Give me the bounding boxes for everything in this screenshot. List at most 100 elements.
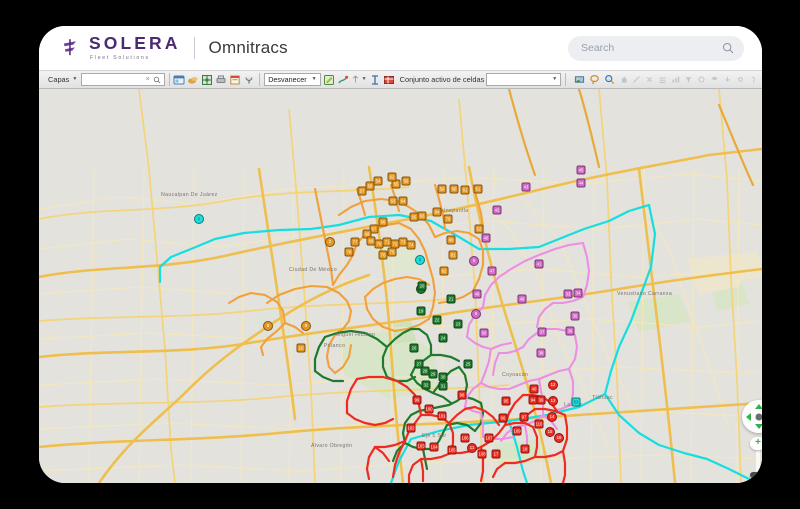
fade-dropdown[interactable]: Desvanecer ▼	[264, 73, 320, 86]
layers-dropdown[interactable]: Capas ▼	[46, 75, 79, 84]
map-marker[interactable]: 16	[554, 433, 564, 443]
route-icon[interactable]	[337, 73, 349, 87]
map-marker[interactable]: 96	[499, 414, 508, 423]
map-marker[interactable]: 6	[471, 309, 481, 319]
map-marker[interactable]: 107	[485, 434, 494, 443]
map-marker[interactable]: 35	[571, 312, 580, 321]
map-marker[interactable]: 104	[430, 443, 439, 452]
export-icon[interactable]	[721, 74, 733, 86]
global-search[interactable]	[568, 36, 744, 61]
map-marker[interactable]: 77	[351, 238, 360, 247]
measure-line-icon[interactable]	[630, 74, 642, 86]
map-marker[interactable]: 83	[418, 212, 427, 221]
grid-icon[interactable]	[656, 74, 668, 86]
bookmark-icon[interactable]	[229, 73, 241, 87]
map-marker[interactable]: 32	[422, 381, 431, 390]
identify-icon[interactable]	[572, 73, 586, 87]
zoom-in-button[interactable]: +	[750, 437, 762, 450]
map-marker[interactable]: 103	[417, 442, 426, 451]
map-marker[interactable]: 109	[513, 427, 522, 436]
map-marker[interactable]: 10	[297, 344, 306, 353]
map-marker[interactable]: 44	[577, 179, 586, 188]
map-marker[interactable]: 34	[574, 289, 583, 298]
map-marker[interactable]: 12	[548, 380, 558, 390]
pan-down-icon[interactable]	[755, 424, 763, 429]
chevron-down-icon[interactable]: ▼	[552, 77, 557, 82]
map-marker[interactable]: 48	[473, 290, 482, 299]
map-marker[interactable]: 78	[345, 248, 354, 257]
map-marker[interactable]: 33	[564, 290, 573, 299]
chevron-down-icon[interactable]: ▼	[72, 77, 77, 82]
map-marker[interactable]: 42	[493, 206, 502, 215]
layers-search-input[interactable]: ×	[81, 73, 164, 86]
map-marker[interactable]: 5	[469, 256, 479, 266]
map-marker[interactable]: 40	[530, 385, 539, 394]
chevron-down-icon[interactable]: ▼	[312, 77, 317, 82]
map-marker[interactable]: 108	[478, 450, 487, 459]
map-marker[interactable]: 41	[535, 260, 544, 269]
map-marker[interactable]: 49	[518, 295, 527, 304]
search-icon[interactable]	[722, 42, 734, 54]
map-marker[interactable]: 30	[439, 373, 448, 382]
chevron-down-icon[interactable]: ▼	[362, 77, 367, 82]
layers-tool-icon[interactable]	[708, 74, 720, 86]
map-marker[interactable]: 106	[461, 434, 470, 443]
map-marker[interactable]: 29	[429, 370, 438, 379]
lasso-icon[interactable]	[587, 73, 601, 87]
pan-up-icon[interactable]	[755, 404, 763, 409]
map-marker[interactable]: 81	[449, 251, 458, 260]
map-marker[interactable]: 66	[379, 218, 388, 227]
map-marker[interactable]: 82	[440, 267, 449, 276]
chart-icon[interactable]	[669, 74, 681, 86]
map-marker[interactable]: 76	[379, 251, 388, 260]
map-marker[interactable]: 24	[439, 334, 448, 343]
map-marker[interactable]: 53	[572, 398, 581, 407]
brand-logo[interactable]: SOLERA Fleet Solutions	[61, 35, 181, 61]
pan-center-icon[interactable]	[755, 413, 762, 420]
map-marker[interactable]: 56	[402, 177, 411, 186]
map-marker[interactable]: 105	[448, 446, 457, 455]
table-icon[interactable]	[383, 73, 395, 87]
clip-icon[interactable]	[643, 74, 655, 86]
map-marker[interactable]: 63	[389, 197, 398, 206]
map-marker[interactable]: 51	[474, 185, 483, 194]
map-marker[interactable]: 43	[522, 183, 531, 192]
map-marker[interactable]: 31	[439, 382, 448, 391]
find-icon[interactable]	[153, 76, 161, 84]
map-marker[interactable]: 79	[444, 215, 453, 224]
search-input[interactable]	[581, 42, 716, 54]
map-marker[interactable]: 26	[410, 344, 419, 353]
map-marker[interactable]: 11	[467, 443, 477, 453]
print-icon[interactable]	[215, 73, 227, 87]
analysis-icon[interactable]	[201, 73, 213, 87]
map-marker[interactable]: 45	[577, 166, 586, 175]
map-marker[interactable]: 2	[325, 237, 335, 247]
map-marker[interactable]: 59	[438, 185, 447, 194]
map-marker[interactable]: 13	[548, 396, 558, 406]
map-marker[interactable]: 3	[415, 255, 425, 265]
help-icon[interactable]	[747, 74, 759, 86]
map-marker[interactable]: 38	[537, 349, 546, 358]
map-marker[interactable]: 62	[388, 173, 397, 182]
filter-icon[interactable]	[682, 74, 694, 86]
edit-icon[interactable]	[323, 73, 335, 87]
map-marker[interactable]: 1	[194, 214, 204, 224]
basemap-icon[interactable]	[187, 73, 199, 87]
map-marker[interactable]: 18	[521, 445, 530, 454]
map-marker[interactable]: 80	[447, 236, 456, 245]
zoom-slider-handle[interactable]	[750, 472, 762, 478]
map-marker[interactable]: 74	[407, 241, 416, 250]
map-marker[interactable]: 94	[529, 396, 538, 405]
map-marker[interactable]: 8	[263, 321, 273, 331]
map-marker[interactable]: 97	[520, 413, 529, 422]
cellset-dropdown[interactable]: ▼	[486, 73, 561, 86]
map-marker[interactable]: 22	[433, 316, 442, 325]
map-marker[interactable]: 47	[488, 267, 497, 276]
map-marker[interactable]: 46	[482, 234, 491, 243]
map-marker[interactable]: 98	[458, 391, 467, 400]
map-marker[interactable]: 101	[438, 412, 447, 421]
measure-icon[interactable]	[243, 73, 255, 87]
map-marker[interactable]: 54	[374, 177, 383, 186]
map-marker[interactable]: 100	[425, 405, 434, 414]
pan-left-icon[interactable]	[746, 413, 751, 421]
